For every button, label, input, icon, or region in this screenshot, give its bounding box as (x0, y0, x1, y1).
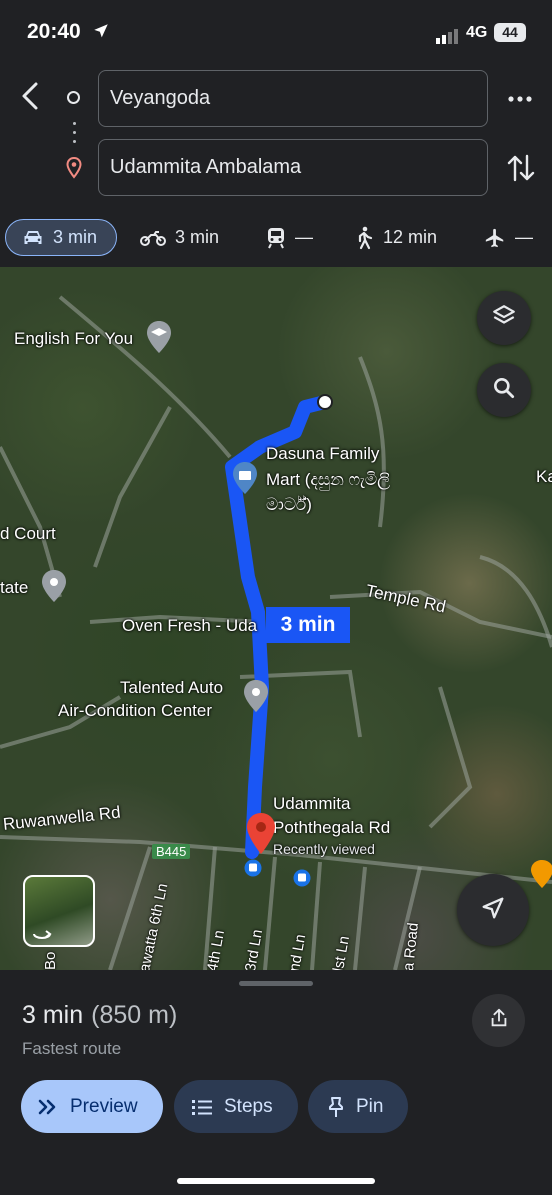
destination-marker-icon[interactable] (245, 812, 277, 861)
map-label[interactable]: Talented Auto (120, 678, 223, 698)
school-pin-icon[interactable] (145, 320, 173, 359)
place-pin-icon[interactable] (40, 569, 68, 608)
signal-icon (436, 26, 460, 44)
train-icon (266, 227, 286, 249)
bus-stop-icon[interactable] (293, 869, 311, 892)
flight-icon (484, 227, 506, 249)
share-button[interactable] (472, 994, 525, 1047)
swap-route-button[interactable] (505, 150, 537, 186)
route-time-badge[interactable]: 3 min (266, 607, 350, 643)
route-duration: 3 min (22, 1001, 84, 1029)
preview-label: Preview (70, 1095, 138, 1117)
pin-label: Pin (356, 1095, 384, 1117)
route-subtitle: Fastest route (22, 1039, 122, 1058)
status-time: 20:40 (27, 20, 81, 43)
map-label[interactable]: Recently viewed (273, 841, 375, 857)
mode-time: — (515, 227, 533, 247)
map-label[interactable]: Bo (42, 952, 59, 970)
street-view-icon (31, 925, 53, 945)
recenter-button[interactable] (457, 874, 529, 946)
map-label[interactable]: Poththegala Rd (273, 818, 390, 838)
mode-tab-motorbike[interactable]: 3 min (140, 219, 219, 256)
motorbike-icon (140, 229, 166, 247)
map-label[interactable]: Oven Fresh - Uda (122, 616, 257, 636)
list-icon (191, 1098, 213, 1116)
pin-button[interactable]: Pin (308, 1080, 408, 1133)
drag-handle[interactable] (239, 981, 313, 986)
back-button[interactable] (14, 78, 48, 114)
more-options-button[interactable] (504, 85, 536, 113)
car-icon (22, 229, 44, 247)
map-label[interactable]: tate (0, 578, 28, 598)
mode-tab-walk[interactable]: 12 min (354, 219, 437, 256)
home-indicator[interactable] (177, 1178, 375, 1184)
mode-time: — (295, 227, 313, 247)
mode-tab-drive[interactable]: 3 min (5, 219, 117, 256)
status-bar: 20:40 4G 44 (0, 0, 552, 62)
search-map-button[interactable] (477, 363, 531, 417)
mode-tab-transit[interactable]: — (266, 219, 313, 256)
map-label[interactable]: Ka (536, 467, 552, 487)
layers-icon (491, 303, 517, 334)
mode-tab-flight[interactable]: — (484, 219, 533, 256)
layers-button[interactable] (477, 291, 531, 345)
mode-time: 3 min (53, 227, 98, 247)
route-distance: (850 m) (91, 1001, 178, 1029)
mode-time: 3 min (175, 227, 220, 247)
preview-button[interactable]: Preview (21, 1080, 163, 1133)
origin-dot-icon (67, 91, 80, 104)
search-icon (491, 375, 517, 406)
map-label[interactable]: Dasuna Family (266, 444, 379, 464)
map-label[interactable]: English For You (14, 329, 133, 349)
origin-field[interactable]: Veyangoda (98, 70, 488, 127)
street-view-thumbnail[interactable] (23, 875, 95, 947)
steps-label: Steps (224, 1095, 273, 1117)
network-type: 4G (466, 24, 488, 41)
route-summary: 3 min (850 m) (22, 1001, 177, 1030)
map-view[interactable]: 3 min English For You Dasuna Family Mart… (0, 267, 552, 970)
bus-stop-icon[interactable] (244, 859, 262, 882)
map-label[interactable]: d Court (0, 524, 56, 544)
shopping-pin-icon[interactable] (231, 461, 259, 500)
navigation-arrow-icon (479, 894, 507, 927)
double-chevron-icon (37, 1098, 59, 1116)
steps-button[interactable]: Steps (174, 1080, 298, 1133)
battery-icon: 44 (494, 23, 526, 42)
route-shield-b445: B445 (152, 844, 191, 859)
location-arrow-icon (92, 22, 112, 42)
destination-pin-icon (66, 156, 82, 179)
restaurant-pin-icon[interactable] (530, 859, 552, 894)
map-label[interactable]: Air-Condition Center (58, 701, 212, 721)
map-label[interactable]: Mart (දසුන ෆැමිලි (266, 470, 390, 490)
map-label[interactable]: මාර්ට්) (266, 495, 312, 515)
place-pin-icon[interactable] (242, 679, 270, 718)
share-icon (488, 1007, 510, 1034)
destination-field[interactable]: Udammita Ambalama (98, 139, 488, 196)
map-label[interactable]: Udammita (273, 794, 350, 814)
pin-icon (327, 1096, 345, 1118)
walk-icon (354, 226, 374, 250)
mode-time: 12 min (383, 227, 438, 247)
